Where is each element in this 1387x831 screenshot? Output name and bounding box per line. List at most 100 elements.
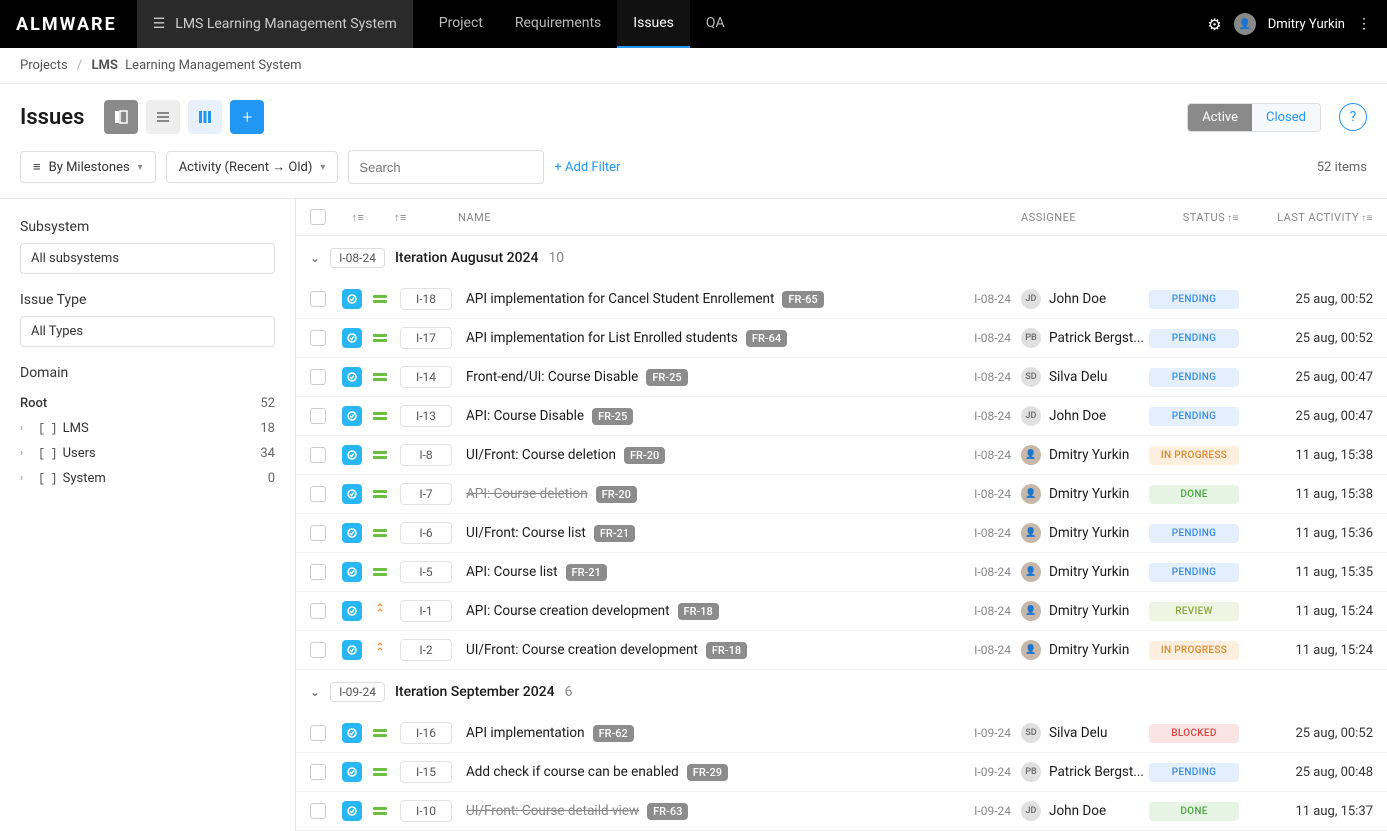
assignee-cell[interactable]: 👤Dmitry Yurkin — [1021, 484, 1149, 504]
status-badge[interactable]: PENDING — [1149, 524, 1239, 543]
assignee-cell[interactable]: 👤Dmitry Yurkin — [1021, 601, 1149, 621]
issue-id[interactable]: I-5 — [400, 561, 452, 583]
requirement-tag[interactable]: FR-21 — [566, 564, 607, 581]
issue-type-select[interactable]: All Types — [20, 316, 275, 347]
issue-row[interactable]: I-14Front-end/UI: Course Disable FR-25I-… — [296, 358, 1387, 397]
add-issue-button[interactable]: + — [230, 100, 264, 134]
subsystem-select[interactable]: All subsystems — [20, 243, 275, 274]
segment-active[interactable]: Active — [1188, 104, 1252, 131]
breadcrumb-label[interactable]: LMS — [92, 58, 118, 73]
issue-row[interactable]: I-18API implementation for Cancel Studen… — [296, 280, 1387, 319]
row-checkbox[interactable] — [310, 408, 326, 424]
row-checkbox[interactable] — [310, 764, 326, 780]
assignee-cell[interactable]: 👤Dmitry Yurkin — [1021, 640, 1149, 660]
requirement-tag[interactable]: FR-18 — [706, 642, 747, 659]
issue-name-cell[interactable]: UI/Front: Course deletion FR-20 — [466, 447, 965, 464]
group-header[interactable]: ⌄I-09-24Iteration September 20246 — [296, 670, 1387, 714]
row-checkbox[interactable] — [310, 725, 326, 741]
col-activity[interactable]: LAST ACTIVITY↑≡ — [1249, 211, 1373, 224]
status-badge[interactable]: PENDING — [1149, 763, 1239, 782]
segment-closed[interactable]: Closed — [1252, 104, 1320, 131]
issue-id[interactable]: I-14 — [400, 366, 452, 388]
row-checkbox[interactable] — [310, 369, 326, 385]
status-badge[interactable]: PENDING — [1149, 407, 1239, 426]
breadcrumb-root[interactable]: Projects — [20, 58, 68, 73]
issue-id[interactable]: I-16 — [400, 722, 452, 744]
requirement-tag[interactable]: FR-25 — [646, 369, 687, 386]
user-avatar[interactable]: 👤 — [1234, 13, 1256, 35]
nav-tab-requirements[interactable]: Requirements — [499, 0, 617, 48]
issue-id[interactable]: I-8 — [400, 444, 452, 466]
issue-name-cell[interactable]: API implementation for Cancel Student En… — [466, 291, 965, 308]
issue-name-cell[interactable]: API: Course Disable FR-25 — [466, 408, 965, 425]
status-badge[interactable]: PENDING — [1149, 290, 1239, 309]
add-filter-link[interactable]: + Add Filter — [554, 160, 620, 175]
issue-id[interactable]: I-6 — [400, 522, 452, 544]
assignee-cell[interactable]: 👤Dmitry Yurkin — [1021, 562, 1149, 582]
assignee-cell[interactable]: SDSilva Delu — [1021, 367, 1149, 387]
col-name[interactable]: NAME — [458, 211, 965, 224]
row-checkbox[interactable] — [310, 486, 326, 502]
issue-row[interactable]: I-10UI/Front: Course detaild view FR-63I… — [296, 792, 1387, 831]
issue-row[interactable]: I-17 API implementation for List Enrolled… — [296, 319, 1387, 358]
search-input[interactable] — [349, 153, 544, 182]
assignee-cell[interactable]: SDSilva Delu — [1021, 723, 1149, 743]
issue-id[interactable]: I-1 — [400, 600, 452, 622]
assignee-cell[interactable]: PBPatrick Bergst... — [1021, 328, 1149, 348]
requirement-tag[interactable]: FR-20 — [624, 447, 665, 464]
status-badge[interactable]: IN PROGRESS — [1149, 641, 1239, 660]
sort-filter[interactable]: Activity (Recent → Old) ▾ — [166, 151, 339, 183]
assignee-cell[interactable]: JDJohn Doe — [1021, 801, 1149, 821]
issue-id[interactable]: I-17 — [400, 327, 452, 349]
requirement-tag[interactable]: FR-63 — [647, 803, 688, 820]
issue-row[interactable]: I-5API: Course list FR-21I-08-24👤Dmitry … — [296, 553, 1387, 592]
issue-name-cell[interactable]: API implementation FR-62 — [466, 725, 965, 742]
row-checkbox[interactable] — [310, 525, 326, 541]
user-name[interactable]: Dmitry Yurkin — [1268, 17, 1345, 32]
issue-id[interactable]: I-10 — [400, 800, 452, 822]
status-badge[interactable]: BLOCKED — [1149, 724, 1239, 743]
requirement-tag[interactable]: FR-21 — [594, 525, 635, 542]
issue-name-cell[interactable]: UI/Front: Course list FR-21 — [466, 525, 965, 542]
assignee-cell[interactable]: PBPatrick Bergst... — [1021, 762, 1149, 782]
tree-item-root[interactable]: Root52 — [20, 391, 275, 416]
assignee-cell[interactable]: 👤Dmitry Yurkin — [1021, 445, 1149, 465]
issue-row[interactable]: I-15Add check if course can be enabled F… — [296, 753, 1387, 792]
issue-row[interactable]: ⌃⌃I-2UI/Front: Course creation developme… — [296, 631, 1387, 670]
status-badge[interactable]: DONE — [1149, 802, 1239, 821]
assignee-cell[interactable]: 👤Dmitry Yurkin — [1021, 523, 1149, 543]
row-checkbox[interactable] — [310, 642, 326, 658]
settings-icon[interactable]: ⚙ — [1207, 15, 1221, 34]
issue-id[interactable]: I-2 — [400, 639, 452, 661]
issue-name-cell[interactable]: API implementation for List Enrolled stu… — [466, 330, 965, 347]
requirement-tag[interactable]: FR-20 — [596, 486, 637, 503]
view-list-button[interactable] — [146, 100, 180, 134]
issue-id[interactable]: I-7 — [400, 483, 452, 505]
col-assignee[interactable]: ASSIGNEE — [1021, 211, 1149, 224]
tree-item-lms[interactable]: ›[ ]LMS18 — [20, 416, 275, 441]
status-badge[interactable]: IN PROGRESS — [1149, 446, 1239, 465]
view-board-button[interactable] — [188, 100, 222, 134]
requirement-tag[interactable]: FR-29 — [687, 764, 728, 781]
issue-name-cell[interactable]: Add check if course can be enabled FR-29 — [466, 764, 965, 781]
status-badge[interactable]: PENDING — [1149, 368, 1239, 387]
issue-row[interactable]: I-16API implementation FR-62I-09-24SDSil… — [296, 714, 1387, 753]
help-icon[interactable]: ? — [1339, 103, 1367, 131]
project-selector[interactable]: ☰ LMS Learning Management System — [137, 0, 413, 48]
select-all-checkbox[interactable] — [310, 209, 326, 225]
nav-tab-qa[interactable]: QA — [690, 0, 741, 48]
row-checkbox[interactable] — [310, 564, 326, 580]
requirement-tag[interactable]: FR-18 — [678, 603, 719, 620]
status-badge[interactable]: REVIEW — [1149, 602, 1239, 621]
nav-tab-project[interactable]: Project — [423, 0, 499, 48]
issue-name-cell[interactable]: API: Course list FR-21 — [466, 564, 965, 581]
issue-row[interactable]: I-6UI/Front: Course list FR-21I-08-24👤Dm… — [296, 514, 1387, 553]
issue-row[interactable]: ⌃⌃I-1API: Course creation development FR… — [296, 592, 1387, 631]
requirement-tag[interactable]: FR-62 — [593, 725, 634, 742]
col-type-sort[interactable]: ↑≡ — [342, 211, 374, 224]
requirement-tag[interactable]: FR-64 — [746, 330, 787, 347]
issue-row[interactable]: I-7API: Course deletion FR-20I-08-24👤Dmi… — [296, 475, 1387, 514]
row-checkbox[interactable] — [310, 447, 326, 463]
row-checkbox[interactable] — [310, 291, 326, 307]
assignee-cell[interactable]: JDJohn Doe — [1021, 406, 1149, 426]
